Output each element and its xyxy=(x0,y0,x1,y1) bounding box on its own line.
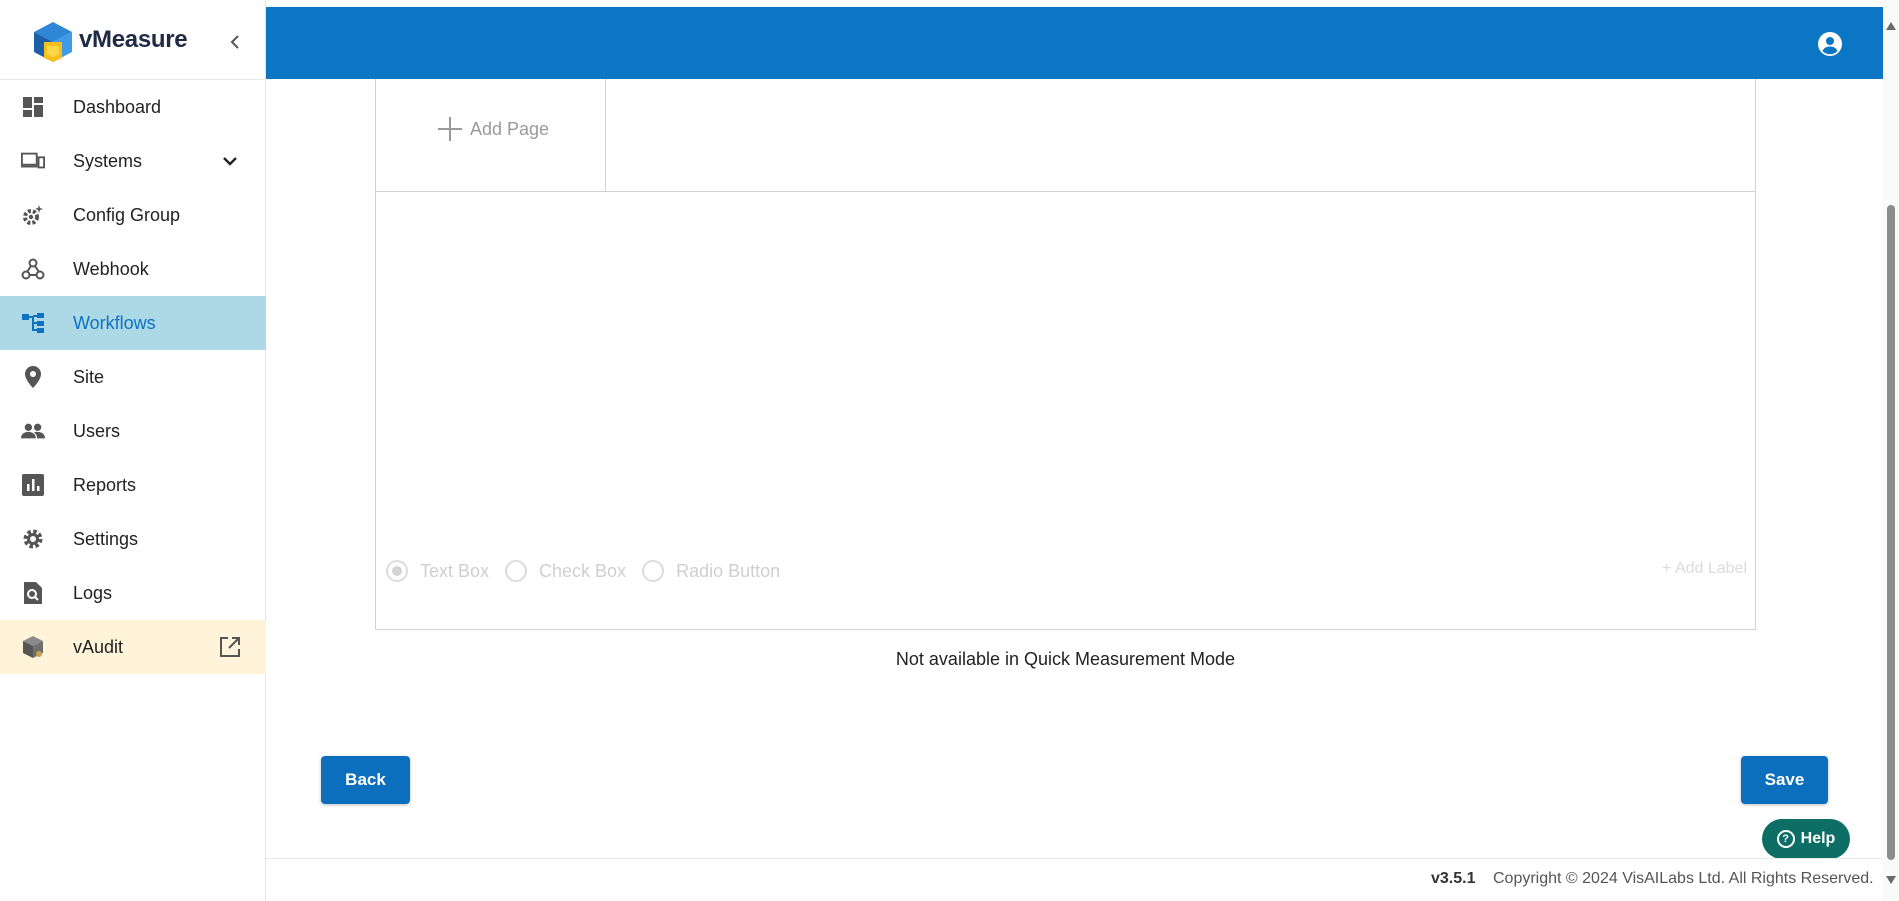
field-type-text-box[interactable]: Text Box xyxy=(386,560,489,582)
sidebar-item-label: Dashboard xyxy=(73,97,162,117)
file-search-icon xyxy=(21,581,45,605)
sidebar-item-workflows[interactable]: Workflows xyxy=(0,296,266,350)
users-icon xyxy=(21,419,45,443)
footer: v3.5.1 Copyright © 2024 VisAILabs Ltd. A… xyxy=(266,858,1883,901)
save-button[interactable]: Save xyxy=(1741,756,1828,804)
app-version: v3.5.1 xyxy=(1431,870,1476,887)
top-bar xyxy=(266,7,1883,79)
sidebar-item-users[interactable]: Users xyxy=(0,404,266,458)
quick-mode-notice: Not available in Quick Measurement Mode xyxy=(895,649,1236,669)
sidebar-item-label: Logs xyxy=(73,583,113,603)
vmeasure-logo-icon xyxy=(34,22,72,62)
sidebar-item-label: Systems xyxy=(73,151,143,171)
help-button[interactable]: ? Help xyxy=(1762,819,1850,859)
back-button[interactable]: Back xyxy=(321,756,410,804)
add-label-button[interactable]: + Add Label xyxy=(1662,560,1747,578)
gear-icon xyxy=(21,527,45,551)
pages-tab-area xyxy=(606,79,1755,192)
sidebar-item-site[interactable]: Site xyxy=(0,350,266,404)
app-name: vMeasure xyxy=(79,26,188,53)
collapse-sidebar-button[interactable] xyxy=(224,28,246,56)
form-builder: Add Page Text Box Check Box Radio Button… xyxy=(375,79,1756,630)
field-type-label: Check Box xyxy=(539,560,627,581)
vaudit-box-icon xyxy=(21,635,45,659)
sidebar-item-webhook[interactable]: Webhook xyxy=(0,242,266,296)
field-type-label: Text Box xyxy=(420,560,490,581)
gear-sparkle-icon xyxy=(21,203,45,227)
sidebar-item-systems[interactable]: Systems xyxy=(0,134,266,188)
sidebar-item-label: Users xyxy=(73,421,121,441)
sidebar-nav: Dashboard Systems Config Group Webhook W… xyxy=(0,80,266,674)
sidebar-item-logs[interactable]: Logs xyxy=(0,566,266,620)
add-page-label: Add Page xyxy=(470,118,550,139)
scroll-down-arrow-icon[interactable] xyxy=(1886,876,1896,884)
chevron-down-icon[interactable] xyxy=(218,149,242,173)
sidebar-item-label: Workflows xyxy=(73,313,156,333)
webhook-icon xyxy=(21,257,45,281)
logo-row: vMeasure xyxy=(0,0,266,80)
field-type-options: Text Box Check Box Radio Button xyxy=(386,560,796,582)
sidebar-item-config-group[interactable]: Config Group xyxy=(0,188,266,242)
scrollbar[interactable] xyxy=(1883,0,1899,901)
page: vMeasure Dashboard Systems Config Group … xyxy=(0,0,1899,901)
sidebar-item-label: Reports xyxy=(73,475,137,495)
sidebar-item-dashboard[interactable]: Dashboard xyxy=(0,80,266,134)
scroll-up-arrow-icon[interactable] xyxy=(1886,22,1896,30)
sidebar-item-label: Config Group xyxy=(73,205,181,225)
sidebar-item-settings[interactable]: Settings xyxy=(0,512,266,566)
sidebar-item-label: Settings xyxy=(73,529,139,549)
sidebar-item-vaudit[interactable]: vAudit xyxy=(0,620,266,674)
radio-checked-icon xyxy=(386,560,408,582)
radio-unchecked-icon xyxy=(505,560,528,582)
radio-unchecked-icon xyxy=(642,560,665,582)
sidebar-item-reports[interactable]: Reports xyxy=(0,458,266,512)
dashboard-icon xyxy=(21,95,45,119)
sidebar-item-label: vAudit xyxy=(73,637,124,657)
sidebar: vMeasure Dashboard Systems Config Group … xyxy=(0,0,266,901)
chevron-left-icon xyxy=(230,35,239,49)
field-type-label: Radio Button xyxy=(676,560,781,581)
help-label: Help xyxy=(1800,830,1836,847)
field-type-radio-button[interactable]: Radio Button xyxy=(642,560,780,582)
copyright-text: Copyright © 2024 VisAILabs Ltd. All Righ… xyxy=(1493,870,1874,887)
scrollbar-thumb[interactable] xyxy=(1887,205,1895,860)
location-pin-icon xyxy=(21,365,45,389)
sidebar-item-label: Webhook xyxy=(73,259,149,279)
page-list-panel: Add Page xyxy=(376,79,606,192)
field-type-check-box[interactable]: Check Box xyxy=(505,560,626,582)
sidebar-item-label: Site xyxy=(73,367,105,387)
add-page-button[interactable]: Add Page xyxy=(438,117,549,141)
open-external-icon[interactable] xyxy=(218,635,242,659)
help-circle-icon: ? xyxy=(1776,830,1795,848)
bar-chart-icon xyxy=(21,473,45,497)
workflow-icon xyxy=(21,311,45,335)
plus-icon xyxy=(438,117,462,141)
account-circle-icon[interactable] xyxy=(1817,31,1843,57)
devices-icon xyxy=(21,149,45,173)
